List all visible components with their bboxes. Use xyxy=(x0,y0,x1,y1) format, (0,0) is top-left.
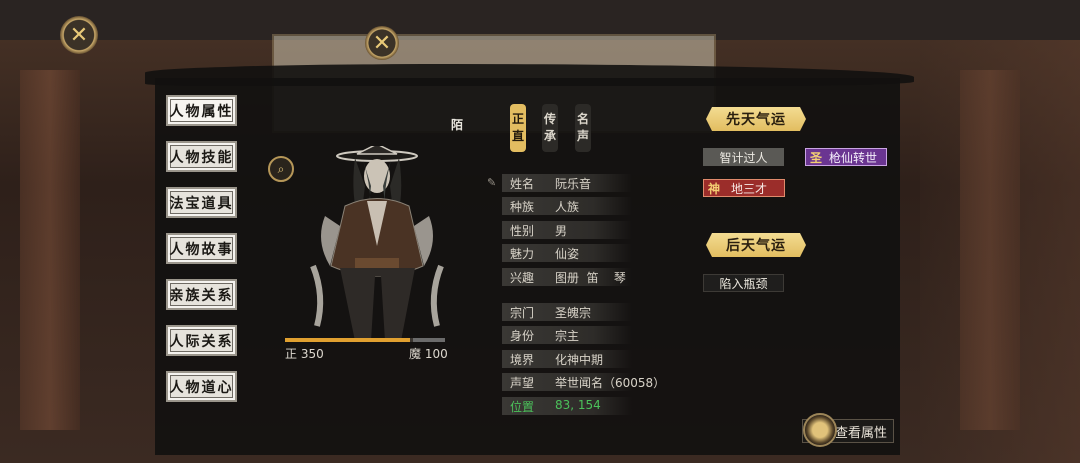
info-value: 图册 笛 琴 xyxy=(555,270,626,285)
demonic-fill xyxy=(413,338,445,342)
tab-inheritance[interactable]: 传承 xyxy=(542,104,558,152)
info-value: 化神中期 xyxy=(555,352,604,367)
background-fade xyxy=(920,40,1080,463)
trait-bottleneck[interactable]: 陷入瓶颈 xyxy=(703,274,784,292)
info-rows: 姓名 阮乐音 种族 人族 性别男 魅力 仙姿 兴趣 图册 笛 琴 宗门 圣魄宗 身份 宗主 … xyxy=(502,174,665,420)
background-pillar xyxy=(20,70,80,430)
info-value: 人族 xyxy=(555,200,580,215)
buddha-icon[interactable] xyxy=(803,413,837,447)
info-row-sect: 宗门 圣魄宗 xyxy=(502,302,632,321)
character-panel: 人物属性 人物技能 法宝道具 人物故事 亲族关系 人际关系 人物道心 ⌕ 陌 正… xyxy=(145,64,914,455)
info-key: 魅力 xyxy=(510,247,535,262)
info-row-hobby: 兴趣 图册 笛 琴 xyxy=(502,267,632,286)
info-key: 姓名 xyxy=(510,177,535,191)
character-name-vertical: 陌 xyxy=(451,118,464,132)
trait-label: 智计过人 xyxy=(719,150,768,165)
menu-item-attributes[interactable]: 人物属性 xyxy=(166,95,237,126)
info-row-prestige: 声望 举世闻名（60058） xyxy=(502,373,665,392)
menu-item-dao-heart[interactable]: 人物道心 xyxy=(166,371,237,402)
tab-reputation[interactable]: 名声 xyxy=(575,104,591,152)
view-attributes-label: 查看属性 xyxy=(835,425,888,441)
info-value: 举世闻名（60058） xyxy=(555,376,666,391)
menu-item-relations[interactable]: 人际关系 xyxy=(166,325,237,356)
tab-righteous[interactable]: 正直 xyxy=(510,104,526,152)
info-row-race: 种族 人族 xyxy=(502,197,632,216)
info-value: 仙姿 xyxy=(555,247,580,262)
info-row-charm: 魅力 仙姿 xyxy=(502,244,632,263)
trait-wit[interactable]: 智计过人 xyxy=(703,148,784,166)
trait-spear-immortal[interactable]: 圣 枪仙转世 xyxy=(805,148,887,166)
info-key: 声望 xyxy=(510,376,535,391)
info-key: 位置 xyxy=(510,399,535,414)
righteous-fill xyxy=(285,338,410,342)
demonic-stat: 魔 100 xyxy=(409,347,448,361)
menu-item-treasures[interactable]: 法宝道具 xyxy=(166,187,237,218)
righteous-stat: 正 350 xyxy=(285,347,324,361)
menu-item-skills[interactable]: 人物技能 xyxy=(166,141,237,172)
info-row-identity: 身份 宗主 xyxy=(502,326,632,345)
info-row-realm: 境界 化神中期 xyxy=(502,349,632,368)
info-row-location[interactable]: 位置 83, 154 xyxy=(502,396,632,415)
tab-label: 正直 xyxy=(512,112,525,143)
info-key: 兴趣 xyxy=(510,270,535,285)
menu-item-story[interactable]: 人物故事 xyxy=(166,233,237,264)
info-key: 境界 xyxy=(510,352,535,367)
trait-label: 陷入瓶颈 xyxy=(719,276,768,291)
side-menu: 人物属性 人物技能 法宝道具 人物故事 亲族关系 人际关系 人物道心 xyxy=(166,95,237,417)
info-key: 性别 xyxy=(510,223,535,238)
info-row-gender: 性别 男 xyxy=(502,220,632,239)
info-value: 圣魄宗 xyxy=(555,305,592,320)
close-inner-icon[interactable]: ✕ xyxy=(365,26,399,60)
info-value: 阮乐音 xyxy=(555,177,592,191)
info-key: 宗门 xyxy=(510,305,535,320)
close-outer-icon[interactable]: ✕ xyxy=(60,16,98,54)
info-key: 种族 xyxy=(510,200,535,215)
info-value: 宗主 xyxy=(555,329,580,344)
alignment-bar xyxy=(285,338,445,342)
trait-earth-three-talents[interactable]: 神 地三才 xyxy=(703,179,785,197)
zoom-icon[interactable]: ⌕ xyxy=(268,156,294,182)
trait-label: 地三才 xyxy=(730,181,767,196)
info-value: 男 xyxy=(555,223,568,238)
trait-badge: 神 xyxy=(707,181,720,196)
info-row-name: 姓名 阮乐音 xyxy=(502,174,632,192)
info-key: 身份 xyxy=(510,329,535,344)
menu-item-family[interactable]: 亲族关系 xyxy=(166,279,237,310)
acquired-fortune-banner: 后天气运 xyxy=(706,233,806,257)
tab-label: 传承 xyxy=(544,112,557,143)
trait-badge: 圣 xyxy=(809,150,822,165)
edit-name-icon[interactable]: ✎ xyxy=(487,176,496,189)
innate-fortune-banner: 先天气运 xyxy=(706,107,806,131)
info-value: 83, 154 xyxy=(555,397,601,412)
character-portrait xyxy=(310,146,444,341)
tab-label: 名声 xyxy=(577,112,590,143)
